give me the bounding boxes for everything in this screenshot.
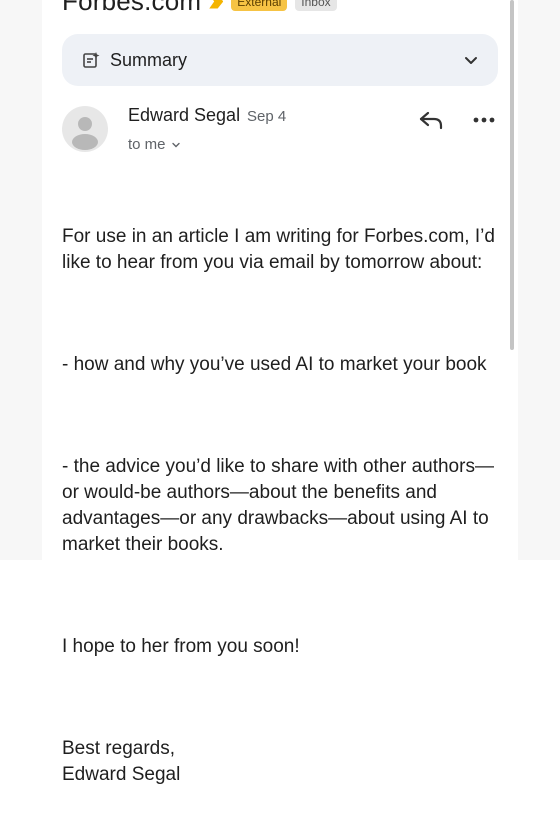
body-paragraph: - the advice you’d like to share with ot… xyxy=(62,456,494,555)
sender-date: Sep 4 xyxy=(247,108,287,125)
left-margin xyxy=(0,0,42,560)
sender-avatar[interactable] xyxy=(62,106,108,152)
chevron-down-small-icon xyxy=(171,142,180,147)
summary-label: Summary xyxy=(110,49,188,70)
recipients-label: to me xyxy=(128,136,166,153)
summary-button[interactable]: Summary xyxy=(62,34,498,86)
label-chip-external[interactable]: External xyxy=(231,0,288,11)
body-paragraph: - how and why you’ve used AI to market y… xyxy=(62,354,487,375)
chevron-down-icon[interactable] xyxy=(462,51,480,69)
person-avatar-icon xyxy=(72,117,98,150)
email-subject-row: Forbes.com External Inbox xyxy=(62,0,337,17)
more-horizontal-icon[interactable] xyxy=(470,110,498,130)
body-paragraph: I hope to her from you soon! xyxy=(62,636,300,657)
label-chip-inbox[interactable]: Inbox xyxy=(295,0,337,11)
body-paragraph: For use in an article I am writing for F… xyxy=(62,226,501,273)
recipients-toggle[interactable]: to me xyxy=(128,136,182,153)
important-marker-icon[interactable] xyxy=(209,0,224,9)
sender-name[interactable]: Edward Segal xyxy=(128,105,240,126)
body-signoff: Best regards, Edward Segal xyxy=(62,738,181,785)
email-body: For use in an article I am writing for F… xyxy=(62,172,502,838)
right-margin xyxy=(518,0,560,560)
reply-icon[interactable] xyxy=(418,108,446,132)
summary-sparkle-icon xyxy=(83,52,100,68)
email-subject: Forbes.com xyxy=(62,0,202,16)
scrollbar[interactable] xyxy=(510,0,514,350)
